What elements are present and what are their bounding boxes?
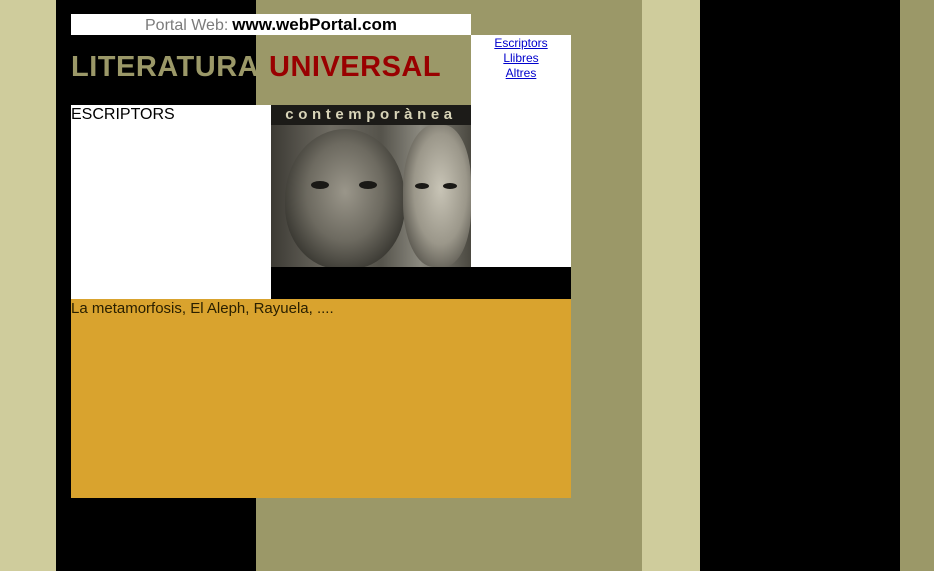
writers-section: ESCRIPTORS xyxy=(71,105,271,299)
books-text: La metamorfosis, El Aleph, Rayuela, .... xyxy=(71,300,334,317)
eye-left-1 xyxy=(311,181,329,189)
title-universal: UNIVERSAL xyxy=(269,51,442,83)
background-stripe-6 xyxy=(900,0,934,571)
portal-banner: Portal Web: www.webPortal.com xyxy=(71,14,471,35)
black-divider xyxy=(271,267,571,299)
nav-link-llibres[interactable]: Llibres xyxy=(471,51,571,66)
eye-right-1 xyxy=(415,183,429,189)
background-stripe-4 xyxy=(642,0,700,571)
nav-link-altres[interactable]: Altres xyxy=(471,66,571,81)
nav-link-escriptors[interactable]: Escriptors xyxy=(471,36,571,51)
background-stripe-5 xyxy=(700,0,900,571)
eye-left-2 xyxy=(359,181,377,189)
portrait-right xyxy=(403,125,471,267)
portrait-left xyxy=(285,129,405,267)
author-photo: contemporànea xyxy=(271,105,471,267)
portal-url: www.webPortal.com xyxy=(232,15,397,34)
portal-label: Portal Web: xyxy=(145,17,229,34)
background-stripe-1 xyxy=(0,0,56,571)
title-literatura: LITERATURA xyxy=(71,51,260,83)
writers-heading: ESCRIPTORS xyxy=(71,106,175,123)
photo-caption: contemporànea xyxy=(271,105,471,125)
site-title: LITERATURA UNIVERSAL xyxy=(71,35,471,105)
nav-menu: Escriptors Llibres Altres xyxy=(471,35,571,267)
eye-right-2 xyxy=(443,183,457,189)
books-section: La metamorfosis, El Aleph, Rayuela, .... xyxy=(71,299,571,498)
